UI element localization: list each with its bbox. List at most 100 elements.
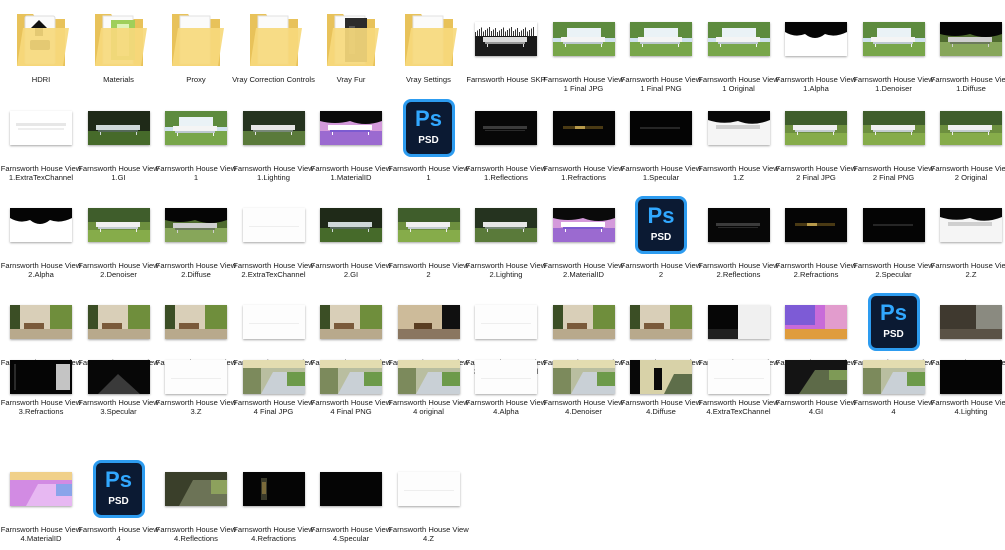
image-thumbnail xyxy=(552,305,615,339)
image-file-item[interactable]: Farnsworth House View 2.MaterialID xyxy=(543,190,624,286)
image-file-item[interactable]: Farnsworth House View 1.Reflections xyxy=(466,93,546,189)
file-name-label: Vray Fur xyxy=(336,75,366,84)
file-thumbnail xyxy=(157,287,235,357)
psd-file-item[interactable]: Ps PSD Farnsworth House View 4 xyxy=(78,454,159,550)
file-name-label: Farnsworth House SKP xyxy=(466,75,546,84)
image-thumbnail xyxy=(397,360,460,394)
image-thumbnail xyxy=(87,111,150,145)
image-file-item[interactable]: Farnsworth House View 4.Refractions xyxy=(233,454,314,550)
image-file-item[interactable]: Farnsworth House SKP xyxy=(466,4,546,100)
image-file-item[interactable]: Farnsworth House View 4.Reflections xyxy=(156,454,236,550)
image-file-item[interactable]: Farnsworth House View 3.Specular xyxy=(78,357,159,453)
image-file-item[interactable]: Farnsworth House View 1.Diffuse xyxy=(931,4,1005,100)
psd-icon-ext-text: PSD xyxy=(883,329,904,340)
image-file-item[interactable]: Farnsworth House View 3.Refractions xyxy=(1,357,81,453)
image-thumbnail xyxy=(87,305,150,339)
image-thumbnail xyxy=(785,305,847,339)
image-file-item[interactable]: Farnsworth House View 4.Denoiser xyxy=(543,357,624,453)
folder-item[interactable]: Materials xyxy=(80,4,158,100)
file-name-label: Farnsworth House View 4.Refractions xyxy=(233,525,314,543)
image-thumbnail xyxy=(475,111,537,145)
image-file-item[interactable]: Farnsworth House View 1.Z xyxy=(698,93,779,189)
file-thumbnail xyxy=(312,93,390,163)
file-name-label: Farnsworth House View 1.Z xyxy=(698,164,779,182)
image-file-item[interactable]: Farnsworth House View 4.Z xyxy=(388,454,469,550)
file-thumbnail xyxy=(2,454,80,524)
image-file-item[interactable]: Farnsworth House View 2.Alpha xyxy=(1,190,81,286)
image-file-item[interactable]: Farnsworth House View 4.MaterialID xyxy=(1,454,81,550)
image-file-item[interactable]: Farnsworth House View 1.MaterialID xyxy=(311,93,391,189)
image-file-item[interactable]: Farnsworth House View 4.Diffuse xyxy=(621,357,701,453)
image-thumbnail xyxy=(10,305,72,339)
file-thumbnail xyxy=(312,357,390,397)
image-file-item[interactable]: Farnsworth House View 2 Final JPG xyxy=(776,93,856,189)
image-file-item[interactable]: Farnsworth House View 2.Reflections xyxy=(698,190,779,286)
image-file-item[interactable]: Farnsworth House View 2.GI xyxy=(311,190,391,286)
image-thumbnail xyxy=(397,305,460,339)
image-file-item[interactable]: Farnsworth House View 2 Original xyxy=(931,93,1005,189)
image-file-item[interactable]: Farnsworth House View 1.Denoiser xyxy=(853,4,934,100)
file-name-label: Farnsworth House View 1.GI xyxy=(78,164,159,182)
image-file-item[interactable]: Farnsworth House View 4.ExtraTexChannel xyxy=(698,357,779,453)
folder-icon xyxy=(249,14,302,66)
file-thumbnail xyxy=(312,287,390,357)
image-file-item[interactable]: Farnsworth House View 1.ExtraTexChannel xyxy=(1,93,81,189)
photoshop-psd-icon: Ps PSD xyxy=(92,460,145,518)
psd-icon-ext-text: PSD xyxy=(418,135,439,146)
image-file-item[interactable]: Farnsworth House View 4 original xyxy=(388,357,469,453)
image-file-item[interactable]: Farnsworth House View 4 Final PNG xyxy=(311,357,391,453)
image-file-item[interactable]: Farnsworth House View 2.Denoiser xyxy=(78,190,159,286)
image-file-item[interactable]: Farnsworth House View 1 Final PNG xyxy=(621,4,701,100)
image-file-item[interactable]: Farnsworth House View 2.Specular xyxy=(853,190,934,286)
file-name-label: Farnsworth House View 4.ExtraTexChannel xyxy=(698,398,779,416)
image-file-item[interactable]: Farnsworth House View 1.Lighting xyxy=(233,93,314,189)
image-file-item[interactable]: Farnsworth House View 1 xyxy=(156,93,236,189)
image-thumbnail xyxy=(862,360,925,394)
file-name-label: Farnsworth House View 2 Final PNG xyxy=(853,164,934,182)
file-name-label: Farnsworth House View 3.Z xyxy=(155,398,237,416)
image-file-item[interactable]: Farnsworth House View 4 xyxy=(853,357,934,453)
image-file-item[interactable]: Farnsworth House View 2 Final PNG xyxy=(853,93,934,189)
image-file-item[interactable]: Farnsworth House View 3.Z xyxy=(156,357,236,453)
image-file-item[interactable]: Farnsworth House View 2.Diffuse xyxy=(156,190,236,286)
image-file-item[interactable]: Farnsworth House View 1 Final JPG xyxy=(543,4,624,100)
file-name-label: Vray Settings xyxy=(406,75,451,84)
image-thumbnail xyxy=(552,208,615,242)
image-file-item[interactable]: Farnsworth House View 4.Lighting xyxy=(931,357,1005,453)
file-name-label: Farnsworth House View 2 xyxy=(620,261,702,279)
image-file-item[interactable]: Farnsworth House View 1.Specular xyxy=(621,93,701,189)
psd-file-item[interactable]: Ps PSD Farnsworth House View 1 xyxy=(388,93,469,189)
image-file-item[interactable]: Farnsworth House View 1 Original xyxy=(698,4,779,100)
file-thumbnail xyxy=(777,357,855,397)
folder-item[interactable]: HDRI xyxy=(2,4,80,100)
folder-item[interactable]: Vray Settings xyxy=(390,4,468,100)
folder-item[interactable]: Vray Fur xyxy=(312,4,390,100)
image-thumbnail xyxy=(165,208,227,242)
image-file-item[interactable]: Farnsworth House View 2.Z xyxy=(931,190,1005,286)
image-file-item[interactable]: Farnsworth House View 4 Final JPG xyxy=(233,357,314,453)
file-thumbnail xyxy=(312,4,390,74)
file-name-label: Farnsworth House View 1 xyxy=(388,164,469,182)
folder-item[interactable]: Proxy xyxy=(157,4,235,100)
image-file-item[interactable]: Farnsworth House View 2.Lighting xyxy=(466,190,546,286)
image-file-item[interactable]: Farnsworth House View 2.Refractions xyxy=(776,190,856,286)
file-name-label: Farnsworth House View 2.MaterialID xyxy=(543,261,624,279)
image-file-item[interactable]: Farnsworth House View 1.Alpha xyxy=(776,4,856,100)
image-file-item[interactable]: Farnsworth House View 4.Specular xyxy=(311,454,391,550)
image-file-item[interactable]: Farnsworth House View 4.GI xyxy=(776,357,856,453)
image-thumbnail xyxy=(242,111,305,145)
image-thumbnail xyxy=(242,360,305,394)
image-file-item[interactable]: Farnsworth House View 4.Alpha xyxy=(466,357,546,453)
folder-item[interactable]: Vray Correction Controls xyxy=(232,4,315,100)
file-thumbnail xyxy=(700,4,778,74)
file-thumbnail: Ps PSD xyxy=(80,454,158,524)
image-file-item[interactable]: Farnsworth House View 2.ExtraTexChannel xyxy=(233,190,314,286)
file-thumbnail xyxy=(622,357,700,397)
file-name-label: Farnsworth House View 2.Lighting xyxy=(465,261,547,279)
image-file-item[interactable]: Farnsworth House View 1.Refractions xyxy=(543,93,624,189)
psd-file-item[interactable]: Ps PSD Farnsworth House View 2 xyxy=(621,190,701,286)
image-file-item[interactable]: Farnsworth House View 1.GI xyxy=(78,93,159,189)
file-thumbnail xyxy=(2,287,80,357)
image-file-item[interactable]: Farnsworth House View 2 xyxy=(388,190,469,286)
image-thumbnail xyxy=(707,305,770,339)
